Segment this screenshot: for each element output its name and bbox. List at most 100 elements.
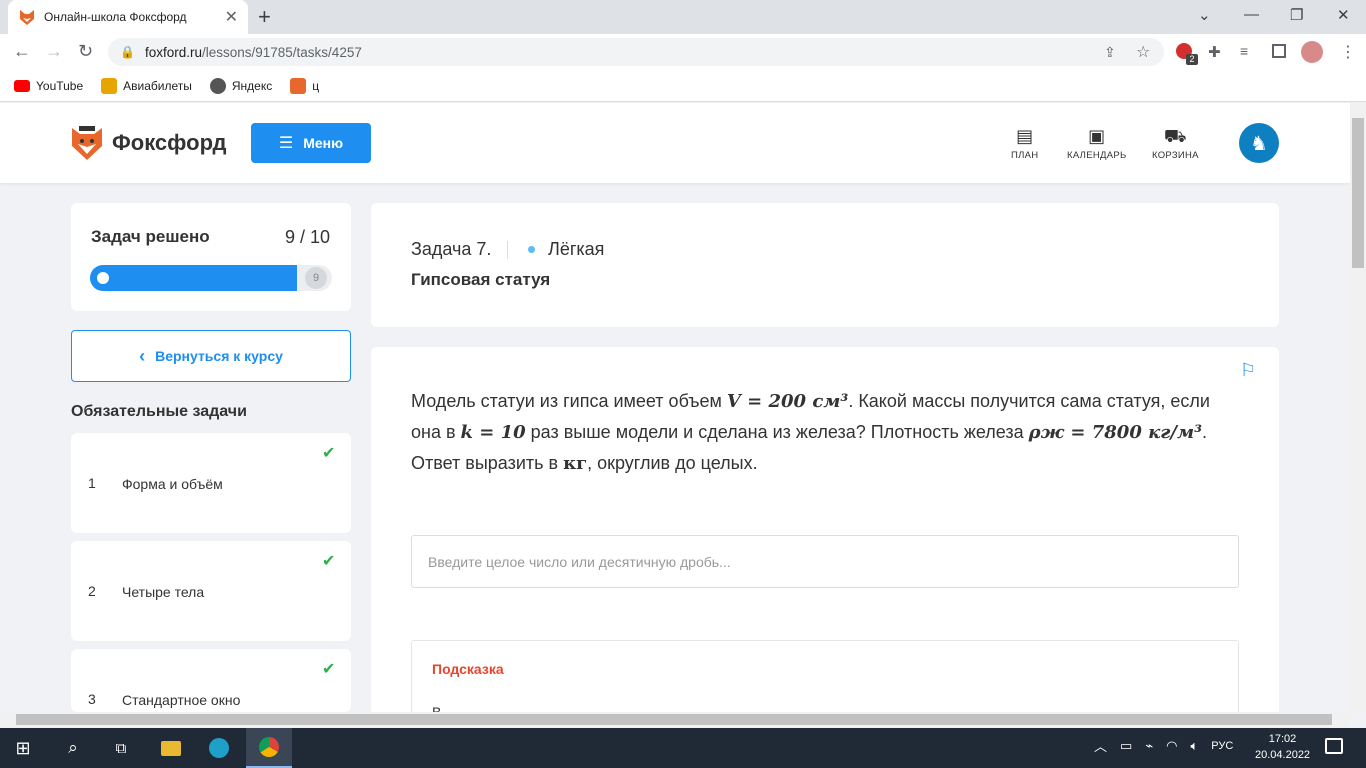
- folder-icon: [161, 740, 181, 756]
- nav-cart[interactable]: ⛟ КОРЗИНА: [1152, 126, 1199, 161]
- site-logo[interactable]: Фоксфорд: [70, 124, 226, 162]
- side-panel-icon[interactable]: [1272, 44, 1286, 58]
- browser-menu-icon[interactable]: ⋮: [1340, 42, 1356, 62]
- share-icon[interactable]: ⇪: [1104, 44, 1116, 61]
- progress-label: Задач решено: [91, 227, 210, 246]
- time: 17:02: [1268, 733, 1297, 745]
- bookmark-label: YouTube: [36, 78, 84, 93]
- profile-avatar[interactable]: [1301, 41, 1323, 63]
- section-title: Обязательные задачи: [71, 403, 247, 420]
- problem-text-part: Модель статуи из гипса имеет объем: [411, 391, 727, 411]
- task-name: Стандартное окно: [122, 692, 241, 708]
- edge-logo-icon: [209, 738, 229, 758]
- progress-end-marker: 9: [305, 267, 327, 289]
- difficulty-label: Лёгкая: [548, 239, 605, 259]
- progress-count: 9 / 10: [285, 227, 331, 247]
- date: 20.04.2022: [1255, 749, 1311, 761]
- checkmark-icon: ✔: [322, 445, 336, 462]
- vertical-scrollbar-thumb[interactable]: [1352, 118, 1364, 268]
- clock[interactable]: 17:02 20.04.2022: [1255, 731, 1310, 763]
- formula: V = 200 см³: [726, 391, 849, 412]
- lock-icon: 🔒: [120, 45, 135, 59]
- fox-favicon-icon: [20, 10, 34, 25]
- formula: k = 10: [460, 422, 526, 443]
- progress-card: [71, 203, 351, 311]
- problem-text-part: , округлив до целых.: [587, 453, 758, 473]
- bookmark-aviabilety[interactable]: Авиабилеты: [101, 77, 192, 94]
- task-item[interactable]: [71, 541, 351, 641]
- back-to-course-button[interactable]: ‹ Вернуться к курсу: [71, 330, 351, 382]
- fox-logo-icon: [72, 126, 102, 160]
- language-indicator[interactable]: РУС: [1211, 740, 1233, 752]
- formula: ρж = 7800 кг/м³: [1028, 422, 1203, 443]
- battery-icon[interactable]: ▭: [1120, 738, 1132, 754]
- task-header-card: [371, 203, 1279, 327]
- youtube-icon: [14, 79, 30, 92]
- bookmark-c[interactable]: ц: [290, 77, 320, 94]
- volume-icon[interactable]: 🔈︎: [1190, 738, 1198, 754]
- reload-icon[interactable]: ↻: [78, 41, 93, 62]
- answer-input[interactable]: [411, 535, 1239, 588]
- forward-arrow-icon[interactable]: →: [45, 41, 63, 62]
- menu-button[interactable]: ☰ Меню: [251, 123, 371, 163]
- new-tab-button[interactable]: +: [258, 4, 271, 30]
- divider: [507, 241, 508, 259]
- search-icon[interactable]: ⌕: [50, 728, 96, 768]
- user-avatar[interactable]: ♞: [1239, 123, 1279, 163]
- nav-label: ПЛАН: [1011, 150, 1039, 161]
- flag-icon[interactable]: ⚐: [1240, 360, 1256, 381]
- checkmark-icon: ✔: [322, 553, 336, 570]
- restore-button[interactable]: ❐: [1290, 6, 1303, 24]
- puzzle-extensions-icon[interactable]: ✚: [1208, 43, 1221, 61]
- url-path: /lessons/91785/tasks/4257: [201, 44, 362, 60]
- chevron-left-icon: ‹: [139, 345, 146, 366]
- nav-plan[interactable]: ▤ ПЛАН: [1011, 126, 1038, 161]
- cart-icon: ⛟: [1163, 126, 1187, 146]
- chrome-logo-icon: [259, 737, 279, 757]
- progress-dot: [97, 272, 109, 284]
- task-name: Четыре тела: [122, 584, 205, 600]
- bookmark-label: Яндекс: [231, 78, 273, 93]
- problem-text: Модель статуи из гипса имеет объем V = 2…: [411, 386, 1241, 479]
- extension-badge: 2: [1186, 54, 1198, 65]
- chrome-icon[interactable]: [246, 728, 292, 768]
- system-tray: ︿ ▭ ⌁ ◠ 🔈︎ РУС: [1094, 736, 1233, 755]
- chevron-up-icon[interactable]: ︿: [1094, 736, 1107, 755]
- tab-search-icon[interactable]: ⌄: [1198, 6, 1211, 24]
- bookmark-yandex[interactable]: Яндекс: [209, 77, 273, 94]
- back-arrow-icon[interactable]: ←: [13, 41, 31, 62]
- bookmark-label: ц: [312, 78, 320, 93]
- close-window-button[interactable]: ✕: [1337, 6, 1350, 24]
- hint-text: В: [432, 704, 442, 712]
- horizontal-scrollbar-thumb[interactable]: [16, 714, 1332, 725]
- tab-title: Онлайн-школа Фоксфорд: [44, 10, 187, 24]
- task-name: Форма и объём: [122, 476, 223, 492]
- notifications-icon[interactable]: [1325, 738, 1343, 754]
- globe-icon: [209, 77, 226, 94]
- calendar-icon: ▣: [1088, 126, 1106, 146]
- hint-title: Подсказка: [432, 661, 504, 677]
- cat-icon: ♞: [1250, 132, 1268, 155]
- task-view-icon[interactable]: ⧉: [98, 728, 144, 768]
- url-domain: foxford.ru: [144, 44, 202, 60]
- reading-list-icon[interactable]: ≡: [1240, 43, 1248, 59]
- file-explorer-icon[interactable]: [148, 728, 194, 768]
- nav-calendar[interactable]: ▣ КАЛЕНДАРЬ: [1067, 126, 1127, 161]
- bookmark-star-icon[interactable]: ☆: [1136, 42, 1150, 62]
- brand-name: Фоксфорд: [112, 130, 227, 155]
- browser-tab[interactable]: Онлайн-школа Фоксфорд ✕: [8, 0, 248, 34]
- power-icon[interactable]: ⌁: [1145, 738, 1153, 754]
- minimize-button[interactable]: —: [1244, 6, 1259, 23]
- bookmark-youtube[interactable]: YouTube: [14, 79, 83, 93]
- tab-close-icon[interactable]: ✕: [225, 7, 238, 27]
- ticket-icon: [101, 77, 118, 94]
- task-number-label: Задача 7.: [411, 239, 492, 259]
- wifi-icon[interactable]: ◠: [1166, 738, 1177, 754]
- bookmark-label: Авиабилеты: [123, 78, 192, 93]
- address-bar[interactable]: 🔒 foxford.ru/lessons/91785/tasks/4257: [108, 38, 1164, 66]
- back-label: Вернуться к курсу: [155, 348, 283, 364]
- edge-icon[interactable]: [196, 728, 242, 768]
- task-number: 3: [88, 691, 96, 707]
- fox-icon: [290, 77, 307, 94]
- windows-start-icon[interactable]: ⊞: [0, 728, 46, 768]
